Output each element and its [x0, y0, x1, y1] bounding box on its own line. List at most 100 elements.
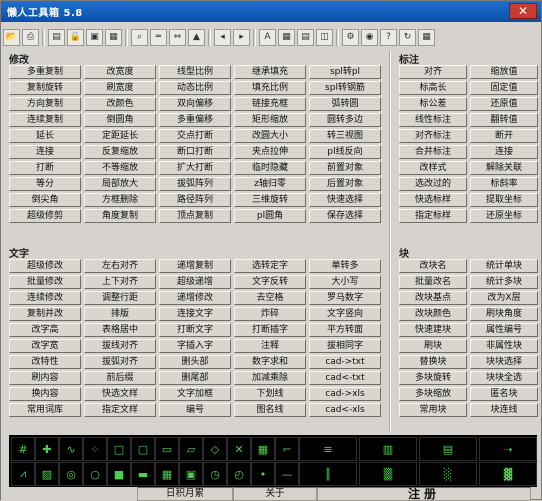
- text-button[interactable]: 炸碎: [234, 307, 306, 321]
- text-button[interactable]: 单转多: [309, 259, 381, 273]
- modify-button[interactable]: 反复缩放: [84, 145, 156, 159]
- grid-shape-icon[interactable]: #: [11, 437, 35, 461]
- text-button[interactable]: 排版: [84, 307, 156, 321]
- bars2-icon[interactable]: ▤: [419, 437, 477, 461]
- dash-icon[interactable]: —: [275, 462, 299, 486]
- block-button[interactable]: 多块缩放: [399, 387, 467, 401]
- modify-button[interactable]: spl转pl: [309, 65, 381, 79]
- block-button[interactable]: 块块全选: [470, 371, 538, 385]
- text-button[interactable]: 文字加框: [159, 387, 231, 401]
- text-button[interactable]: 超级递增: [159, 275, 231, 289]
- pattern2-icon[interactable]: ░: [419, 462, 477, 486]
- text-button[interactable]: 加减乘除: [234, 371, 306, 385]
- modify-button[interactable]: 多重偏移: [159, 113, 231, 127]
- text-button[interactable]: 罗马数字: [309, 291, 381, 305]
- modify-button[interactable]: 局部放大: [84, 177, 156, 191]
- camera-icon[interactable]: ◉: [361, 28, 378, 46]
- block-button[interactable]: 批量改名: [399, 275, 467, 289]
- text-button[interactable]: 打断插字: [234, 323, 306, 337]
- annotate-button[interactable]: 缩放值: [470, 65, 538, 79]
- arrow-left-icon[interactable]: ◂: [214, 28, 231, 46]
- annotate-button[interactable]: 快选标样: [399, 193, 467, 207]
- modify-button[interactable]: 定距延长: [84, 129, 156, 143]
- text-button[interactable]: 下划线: [234, 387, 306, 401]
- modify-button[interactable]: 不等缩放: [84, 161, 156, 175]
- grid2-icon[interactable]: ▦: [155, 462, 179, 486]
- text-button[interactable]: 刷内容: [9, 371, 81, 385]
- annotate-button[interactable]: 合并标注: [399, 145, 467, 159]
- target-icon[interactable]: ◎: [59, 462, 83, 486]
- block-button[interactable]: 匿名块: [470, 387, 538, 401]
- annotate-button[interactable]: 断开: [470, 129, 538, 143]
- grid-icon[interactable]: ▦: [105, 28, 122, 46]
- block-button[interactable]: 块连线: [470, 403, 538, 417]
- timer-icon[interactable]: ◴: [227, 462, 251, 486]
- modify-button[interactable]: 改圆大小: [234, 129, 306, 143]
- text-button[interactable]: 超级修改: [9, 259, 81, 273]
- diamond-icon[interactable]: ◇: [203, 437, 227, 461]
- annotate-button[interactable]: 标公差: [399, 97, 467, 111]
- modify-button[interactable]: 动态比例: [159, 81, 231, 95]
- modify-button[interactable]: 圆转多边: [309, 113, 381, 127]
- text-button[interactable]: 左右对齐: [84, 259, 156, 273]
- annotate-button[interactable]: 提取坐标: [470, 193, 538, 207]
- text-button[interactable]: 选转定字: [234, 259, 306, 273]
- annotate-button[interactable]: 标高长: [399, 81, 467, 95]
- modify-button[interactable]: 矩形缩放: [234, 113, 306, 127]
- ruler-icon[interactable]: ═: [150, 28, 167, 46]
- text-button[interactable]: 注释: [234, 339, 306, 353]
- annotate-button[interactable]: 还原值: [470, 97, 538, 111]
- layers-icon[interactable]: ◫: [316, 28, 333, 46]
- annotate-button[interactable]: 对齐标注: [399, 129, 467, 143]
- block-button[interactable]: 快速建块: [399, 323, 467, 337]
- modify-button[interactable]: 连续复制: [9, 113, 81, 127]
- text-button[interactable]: 拔相同字: [309, 339, 381, 353]
- settings-icon[interactable]: ⚙: [342, 28, 359, 46]
- frame-icon[interactable]: ▢: [131, 437, 155, 461]
- modify-button[interactable]: 三维旋转: [234, 193, 306, 207]
- refresh-icon[interactable]: ↻: [399, 28, 416, 46]
- block-button[interactable]: 常用块: [399, 403, 467, 417]
- clock-icon[interactable]: ◷: [203, 462, 227, 486]
- arrow-right-icon[interactable]: ▸: [233, 28, 250, 46]
- modify-button[interactable]: spl转钢筋: [309, 81, 381, 95]
- modify-button[interactable]: z轴归零: [234, 177, 306, 191]
- text-button[interactable]: 数字求和: [234, 355, 306, 369]
- modify-button[interactable]: 复制旋转: [9, 81, 81, 95]
- block-button[interactable]: 多块旋转: [399, 371, 467, 385]
- modify-button[interactable]: 方框删除: [84, 193, 156, 207]
- block-button[interactable]: 刷块: [399, 339, 467, 353]
- modify-button[interactable]: 双向偏移: [159, 97, 231, 111]
- pipe-icon[interactable]: ║: [299, 462, 357, 486]
- text-button[interactable]: 连接文字: [159, 307, 231, 321]
- magnifier-icon[interactable]: ⌕: [131, 28, 148, 46]
- modify-button[interactable]: 刷宽度: [84, 81, 156, 95]
- x-mark-icon[interactable]: ✕: [227, 437, 251, 461]
- modify-button[interactable]: 弧转圆: [309, 97, 381, 111]
- modify-button[interactable]: 链接充框: [234, 97, 306, 111]
- text-button[interactable]: 文字竖向: [309, 307, 381, 321]
- text-button[interactable]: 复制并改: [9, 307, 81, 321]
- block-button[interactable]: 改块基点: [399, 291, 467, 305]
- annotate-button[interactable]: 线性标注: [399, 113, 467, 127]
- modify-button[interactable]: 顶点复制: [159, 209, 231, 223]
- print-icon[interactable]: ⎙: [22, 28, 39, 46]
- modify-button[interactable]: 前置对象: [309, 161, 381, 175]
- annotate-button[interactable]: 标斜率: [470, 177, 538, 191]
- doc-icon[interactable]: ▤: [297, 28, 314, 46]
- text-button[interactable]: 前后缀: [84, 371, 156, 385]
- block-button[interactable]: 改块颜色: [399, 307, 467, 321]
- text-button[interactable]: 文字反转: [234, 275, 306, 289]
- block-button[interactable]: 改块名: [399, 259, 467, 273]
- annotate-button[interactable]: 翻转值: [470, 113, 538, 127]
- modify-button[interactable]: 继承填充: [234, 65, 306, 79]
- modify-button[interactable]: 交点打断: [159, 129, 231, 143]
- text-button[interactable]: 图名线: [234, 403, 306, 417]
- square2-icon[interactable]: ▣: [179, 462, 203, 486]
- text-button[interactable]: 改字宽: [9, 339, 81, 353]
- modify-button[interactable]: 改宽度: [84, 65, 156, 79]
- modify-button[interactable]: pl线反向: [309, 145, 381, 159]
- annotate-button[interactable]: 对齐: [399, 65, 467, 79]
- modify-button[interactable]: pl圆角: [234, 209, 306, 223]
- arrow-icon[interactable]: ➝: [479, 437, 537, 461]
